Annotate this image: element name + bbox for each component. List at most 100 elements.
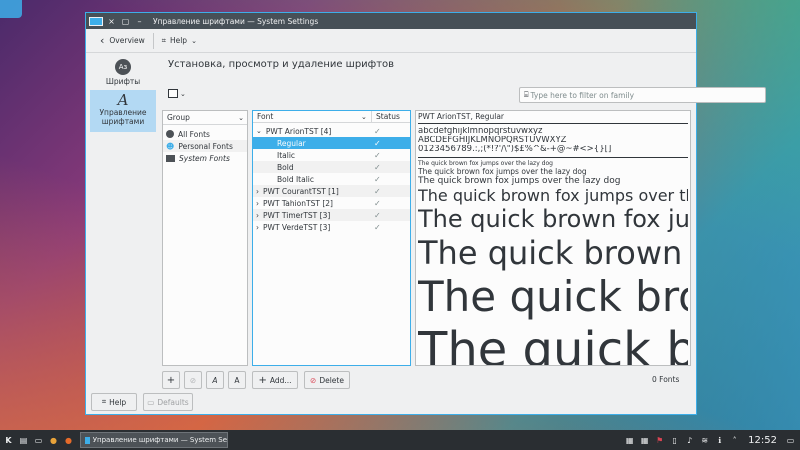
- preview-sample-24: The quick brown fox jumps over the lazy …: [418, 205, 688, 233]
- font-family-row[interactable]: › PWT TahionTST [2] ✓: [253, 197, 410, 209]
- enabled-check-icon[interactable]: ✓: [374, 223, 381, 232]
- filter-input[interactable]: ⌸ Type here to filter on family: [519, 87, 766, 103]
- group-item-all-fonts[interactable]: All Fonts: [163, 128, 247, 140]
- window-titlebar[interactable]: × ▢ – Управление шрифтами — System Setti…: [86, 13, 696, 29]
- sidebar-item-label: Управление шрифтами: [99, 108, 147, 126]
- divider: [418, 157, 688, 158]
- plus-icon: +: [258, 374, 267, 386]
- font-family-row[interactable]: › PWT CourantTST [1] ✓: [253, 185, 410, 197]
- help-menu-icon: ⌗: [161, 35, 166, 45]
- preview-sample-6: The quick brown fox jumps over the lazy …: [418, 160, 553, 167]
- person-icon: ☻: [166, 141, 175, 151]
- enabled-check-icon[interactable]: ✓: [374, 175, 381, 184]
- computer-icon: [166, 154, 175, 162]
- preview-sample-10: The quick brown fox jumps over the lazy …: [418, 176, 621, 186]
- preview-lowercase: abcdefghijklmnopqrstuvwxyz: [418, 127, 543, 136]
- remove-group-button[interactable]: ⊘: [184, 371, 202, 389]
- pager-icon[interactable]: ▤: [18, 435, 29, 446]
- enabled-check-icon[interactable]: ✓: [374, 199, 381, 208]
- enabled-check-icon[interactable]: ✓: [374, 187, 381, 196]
- window-list-icon[interactable]: ▦: [639, 435, 650, 446]
- font-style-row[interactable]: Bold ✓: [253, 161, 410, 173]
- font-style-row[interactable]: Bold Italic ✓: [253, 173, 410, 185]
- group-item-personal-fonts[interactable]: ☻ Personal Fonts: [163, 140, 247, 152]
- preview-sample-8: The quick brown fox jumps over the lazy …: [418, 167, 587, 176]
- delete-font-button[interactable]: ⊘ Delete: [304, 371, 350, 389]
- window-title: Управление шрифтами — System Settings: [153, 16, 319, 26]
- notifications-icon[interactable]: ℹ: [714, 435, 725, 446]
- defaults-button[interactable]: ▭ Defaults: [143, 393, 193, 411]
- clipboard-icon[interactable]: ▯: [669, 435, 680, 446]
- chevron-down-icon[interactable]: ⌄: [256, 127, 262, 135]
- preview-sample-48: The quick brown fox jumps over the lazy …: [418, 322, 688, 366]
- group-list: Group ⌄ All Fonts ☻ Personal Fonts Syste…: [162, 110, 248, 366]
- enabled-check-icon[interactable]: ✓: [374, 127, 381, 136]
- desktop-folder-icon[interactable]: [0, 0, 22, 18]
- enable-group-button[interactable]: A: [206, 371, 224, 389]
- volume-icon[interactable]: ♪: [684, 435, 695, 446]
- application-launcher-icon[interactable]: K: [3, 435, 14, 446]
- sidebar-item-font-management[interactable]: A Управление шрифтами: [90, 90, 156, 132]
- chevron-right-icon[interactable]: ›: [256, 187, 259, 196]
- group-actions-menu[interactable]: ⌄: [168, 89, 186, 98]
- font-family-row[interactable]: › PWT VerdeTST [3] ✓: [253, 221, 410, 233]
- delete-icon: ⊘: [310, 375, 317, 385]
- chevron-down-icon: ⌄: [180, 89, 186, 98]
- group-item-system-fonts[interactable]: System Fonts: [163, 152, 247, 164]
- chevron-right-icon[interactable]: ›: [256, 223, 259, 232]
- task-settings-window[interactable]: Управление шрифтами — System Se: [80, 432, 228, 448]
- enabled-check-icon[interactable]: ✓: [374, 151, 381, 160]
- font-family-row[interactable]: › PWT TimerTST [3] ✓: [253, 209, 410, 221]
- minimize-icon[interactable]: –: [134, 16, 145, 27]
- overview-button[interactable]: ‹ Overview: [94, 32, 151, 50]
- enabled-check-icon[interactable]: ✓: [374, 139, 381, 148]
- preview-digits: 0123456789.:,;(*!?'/\")$£%^&-+@~#<>{}[]: [418, 145, 612, 154]
- expand-tray-icon[interactable]: ˄: [729, 435, 740, 446]
- all-fonts-icon: [166, 130, 174, 138]
- show-desktop-icon[interactable]: ▭: [785, 435, 796, 446]
- add-group-button[interactable]: +: [162, 371, 180, 389]
- filter-placeholder: Type here to filter on family: [530, 90, 635, 100]
- enabled-check-icon[interactable]: ✓: [374, 211, 381, 220]
- add-font-button[interactable]: + Add...: [252, 371, 298, 389]
- help-button[interactable]: ⌗ Help: [91, 393, 137, 411]
- enabled-check-icon[interactable]: ✓: [374, 163, 381, 172]
- divider: [418, 123, 688, 124]
- chevron-right-icon[interactable]: ›: [256, 199, 259, 208]
- font-list-header: Font ⌄ Status: [253, 110, 410, 123]
- main-content: Установка, просмотр и удаление шрифтов ⌄…: [162, 57, 766, 402]
- plus-icon: +: [166, 374, 176, 386]
- defaults-icon: ▭: [147, 397, 155, 407]
- font-list: Font ⌄ Status ⌄ PWT ArionTST [4] ✓ Regul…: [252, 110, 411, 366]
- font-style-row[interactable]: Regular ✓: [253, 137, 410, 149]
- font-style-row[interactable]: Italic ✓: [253, 149, 410, 161]
- keyboard-layout-icon[interactable]: ⚑: [654, 435, 665, 446]
- sidebar-item-fonts[interactable]: Aз Шрифты: [90, 57, 156, 89]
- window-menu-icon[interactable]: [89, 16, 103, 26]
- firefox-icon[interactable]: ●: [63, 435, 74, 446]
- preview-sample-32: The quick brown fox jumps over the lazy …: [418, 234, 688, 272]
- network-icon[interactable]: ≋: [699, 435, 710, 446]
- status-column-header[interactable]: Status: [371, 110, 400, 123]
- font-column-header[interactable]: Font: [253, 112, 371, 121]
- settings-window: × ▢ – Управление шрифтами — System Setti…: [85, 12, 766, 415]
- group-header[interactable]: Group ⌄: [163, 111, 247, 125]
- page-title: Установка, просмотр и удаление шрифтов: [168, 59, 395, 70]
- font-enable-icon: A: [212, 375, 218, 385]
- preview-sample-16: The quick brown fox jumps over the lazy …: [418, 187, 688, 205]
- font-family-row[interactable]: ⌄ PWT ArionTST [4] ✓: [253, 125, 410, 137]
- navigation-bar: ‹ Overview ⌗ Help ⌄: [86, 29, 696, 53]
- close-icon[interactable]: ×: [106, 16, 117, 27]
- chevron-right-icon[interactable]: ›: [256, 211, 259, 220]
- taskbar: K ▤ ▭ ● ● Управление шрифтами — System S…: [0, 430, 800, 450]
- maximize-icon[interactable]: ▢: [120, 16, 131, 27]
- font-management-icon: A: [117, 91, 129, 109]
- sidebar-item-label: Шрифты: [105, 77, 141, 86]
- filter-type-icon: ⌸: [524, 90, 529, 99]
- help-menu-button[interactable]: ⌗ Help ⌄: [156, 32, 203, 50]
- file-manager-icon[interactable]: ▭: [33, 435, 44, 446]
- virtual-desktops-icon[interactable]: ▦: [624, 435, 635, 446]
- chrome-icon[interactable]: ●: [48, 435, 59, 446]
- clock[interactable]: 12:52: [748, 435, 777, 446]
- disable-group-button[interactable]: A: [228, 371, 246, 389]
